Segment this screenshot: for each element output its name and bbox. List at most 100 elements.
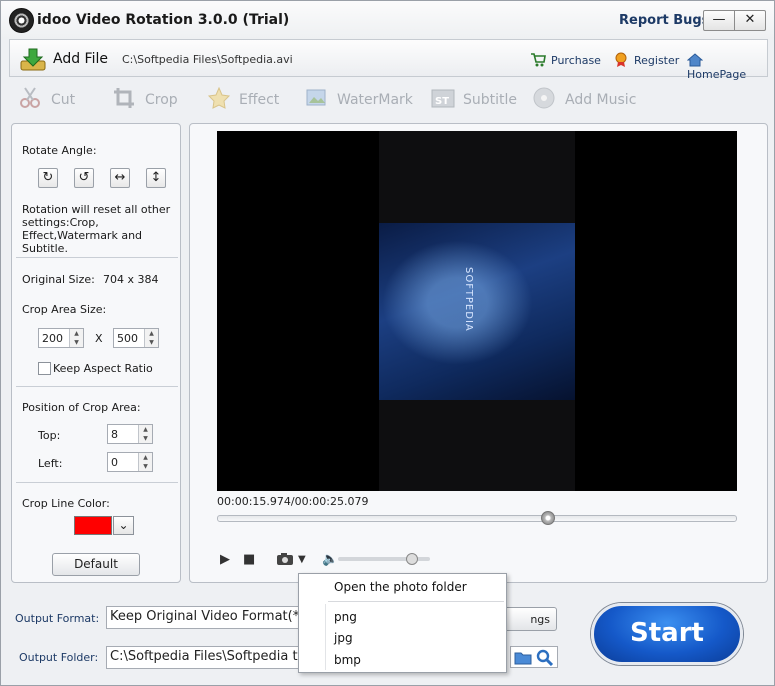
effect-label: Effect bbox=[239, 92, 280, 108]
keep-aspect-checkbox[interactable] bbox=[38, 362, 51, 375]
watermark-label: WaterMark bbox=[337, 92, 413, 108]
minimize-button[interactable]: — bbox=[703, 10, 735, 31]
purchase-link[interactable]: Purchase bbox=[530, 52, 601, 68]
folder-actions bbox=[510, 646, 558, 668]
spinner-arrows-icon[interactable]: ▲ ▼ bbox=[138, 453, 152, 471]
chevron-down-icon: ⌄ bbox=[118, 518, 129, 532]
start-button[interactable]: Start bbox=[591, 603, 743, 665]
crop-tool[interactable]: Crop bbox=[113, 87, 178, 109]
subtitle-tool[interactable]: ST Subtitle bbox=[431, 87, 517, 109]
register-label: Register bbox=[634, 54, 680, 67]
timecode: 00:00:15.974/00:00:25.079 bbox=[217, 495, 369, 508]
crop-line-color-swatch[interactable] bbox=[74, 516, 112, 535]
svg-text:ST: ST bbox=[435, 96, 449, 107]
crop-settings-panel: Rotate Angle: ↻ ↺ ↔ ↕ Rotation will rese… bbox=[11, 123, 181, 583]
volume-handle[interactable] bbox=[406, 553, 418, 565]
crop-label: Crop bbox=[145, 92, 178, 108]
tool-bar: Cut Crop Effect WaterMark ST Subtitle Add… bbox=[9, 79, 768, 119]
default-button[interactable]: Default bbox=[52, 553, 140, 576]
flip-horizontal-button[interactable]: ↔ bbox=[110, 168, 130, 188]
add-music-tool[interactable]: Add Music bbox=[533, 87, 636, 109]
flip-vertical-button[interactable]: ↕ bbox=[146, 168, 166, 188]
menu-open-photo-folder[interactable]: Open the photo folder bbox=[334, 580, 467, 594]
flip-vertical-icon: ↕ bbox=[150, 170, 162, 185]
seek-bar[interactable] bbox=[217, 515, 737, 522]
left-label: Left: bbox=[38, 457, 63, 470]
report-bugs-link[interactable]: Report Bugs bbox=[619, 13, 709, 28]
left-spinner[interactable]: 0 ▲ ▼ bbox=[107, 452, 153, 472]
crop-height-value: 500 bbox=[117, 332, 138, 345]
effect-tool[interactable]: Effect bbox=[207, 87, 279, 109]
star-effect-icon bbox=[207, 87, 231, 109]
title-bar: idoo Video Rotation 3.0.0 (Trial) Report… bbox=[1, 1, 774, 39]
app-window: idoo Video Rotation 3.0.0 (Trial) Report… bbox=[0, 0, 775, 686]
menu-item-jpg[interactable]: jpg bbox=[334, 631, 353, 645]
play-icon: ▶ bbox=[220, 552, 230, 567]
add-file-button[interactable]: Add File bbox=[53, 51, 108, 67]
film-reel-icon bbox=[9, 8, 34, 33]
play-button[interactable]: ▶ bbox=[220, 552, 230, 567]
flip-horizontal-icon: ↔ bbox=[114, 170, 126, 185]
award-icon bbox=[615, 52, 627, 67]
menu-item-png[interactable]: png bbox=[334, 610, 357, 624]
rotate-ccw-icon: ↺ bbox=[78, 170, 90, 185]
output-format-label: Output Format: bbox=[15, 612, 100, 625]
file-path: C:\Softpedia Files\Softpedia.avi bbox=[122, 53, 293, 66]
rotate-cw-icon: ↻ bbox=[42, 170, 54, 185]
output-format-field[interactable]: Keep Original Video Format(*.a bbox=[106, 606, 306, 629]
snapshot-button[interactable] bbox=[276, 552, 294, 570]
add-file-icon[interactable] bbox=[20, 47, 46, 71]
rotate-clockwise-button[interactable]: ↻ bbox=[38, 168, 58, 188]
rotate-angle-label: Rotate Angle: bbox=[22, 144, 97, 157]
output-folder-label: Output Folder: bbox=[19, 651, 99, 664]
spinner-arrows-icon[interactable]: ▲ ▼ bbox=[144, 329, 158, 347]
rotation-note: Rotation will reset all other settings:C… bbox=[22, 203, 171, 255]
crop-position-label: Position of Crop Area: bbox=[22, 401, 141, 414]
register-link[interactable]: Register bbox=[613, 52, 679, 68]
crop-width-spinner[interactable]: 200 ▲ ▼ bbox=[38, 328, 84, 348]
color-dropdown-button[interactable]: ⌄ bbox=[113, 516, 134, 535]
keep-aspect-label: Keep Aspect Ratio bbox=[53, 362, 153, 375]
menu-divider bbox=[328, 601, 504, 602]
home-icon bbox=[687, 53, 703, 67]
spinner-arrows-icon[interactable]: ▲ ▼ bbox=[69, 329, 83, 347]
triangle-down-icon: ▼ bbox=[298, 554, 306, 565]
file-bar: Add File C:\Softpedia Files\Softpedia.av… bbox=[9, 39, 768, 81]
close-button[interactable]: ✕ bbox=[734, 10, 766, 31]
top-value: 8 bbox=[111, 428, 118, 441]
crop-width-value: 200 bbox=[42, 332, 63, 345]
seek-handle[interactable] bbox=[541, 511, 556, 525]
divider bbox=[16, 482, 178, 483]
speaker-icon: 🔈 bbox=[322, 552, 339, 567]
left-value: 0 bbox=[111, 456, 118, 469]
output-folder-field[interactable]: C:\Softpedia Files\Softpedia tes bbox=[106, 646, 306, 669]
watermark-tool[interactable]: WaterMark bbox=[305, 87, 413, 109]
homepage-link[interactable]: HomePage bbox=[687, 52, 767, 81]
top-spinner[interactable]: 8 ▲ ▼ bbox=[107, 424, 153, 444]
spinner-arrows-icon[interactable]: ▲ ▼ bbox=[138, 425, 152, 443]
menu-item-bmp[interactable]: bmp bbox=[334, 653, 361, 667]
magnifier-icon[interactable] bbox=[536, 649, 554, 666]
window-title: idoo Video Rotation 3.0.0 (Trial) bbox=[37, 12, 290, 28]
snapshot-dropdown[interactable]: ▼ bbox=[298, 554, 306, 565]
menu-gutter bbox=[325, 604, 326, 670]
volume-button[interactable]: 🔈 bbox=[322, 552, 338, 567]
stop-button[interactable]: ■ bbox=[243, 552, 255, 567]
divider bbox=[16, 386, 178, 387]
subtitle-label: Subtitle bbox=[463, 92, 518, 108]
original-size-label: Original Size: bbox=[22, 273, 95, 286]
video-preview: SOFTPEDIA bbox=[217, 131, 737, 491]
video-preview-panel: SOFTPEDIA 00:00:15.974/00:00:25.079 ▶ ■ … bbox=[189, 123, 768, 583]
cart-icon bbox=[531, 53, 546, 67]
original-size-value: 704 x 384 bbox=[103, 273, 159, 286]
divider bbox=[16, 257, 178, 258]
crop-height-spinner[interactable]: 500 ▲ ▼ bbox=[113, 328, 159, 348]
music-disc-icon bbox=[533, 87, 555, 109]
subtitle-icon: ST bbox=[431, 89, 455, 108]
rotate-counterclockwise-button[interactable]: ↺ bbox=[74, 168, 94, 188]
top-label: Top: bbox=[38, 429, 61, 442]
cut-tool[interactable]: Cut bbox=[19, 87, 75, 109]
folder-icon[interactable] bbox=[514, 650, 532, 665]
crop-area-size-label: Crop Area Size: bbox=[22, 303, 107, 316]
crop-icon bbox=[114, 88, 134, 108]
